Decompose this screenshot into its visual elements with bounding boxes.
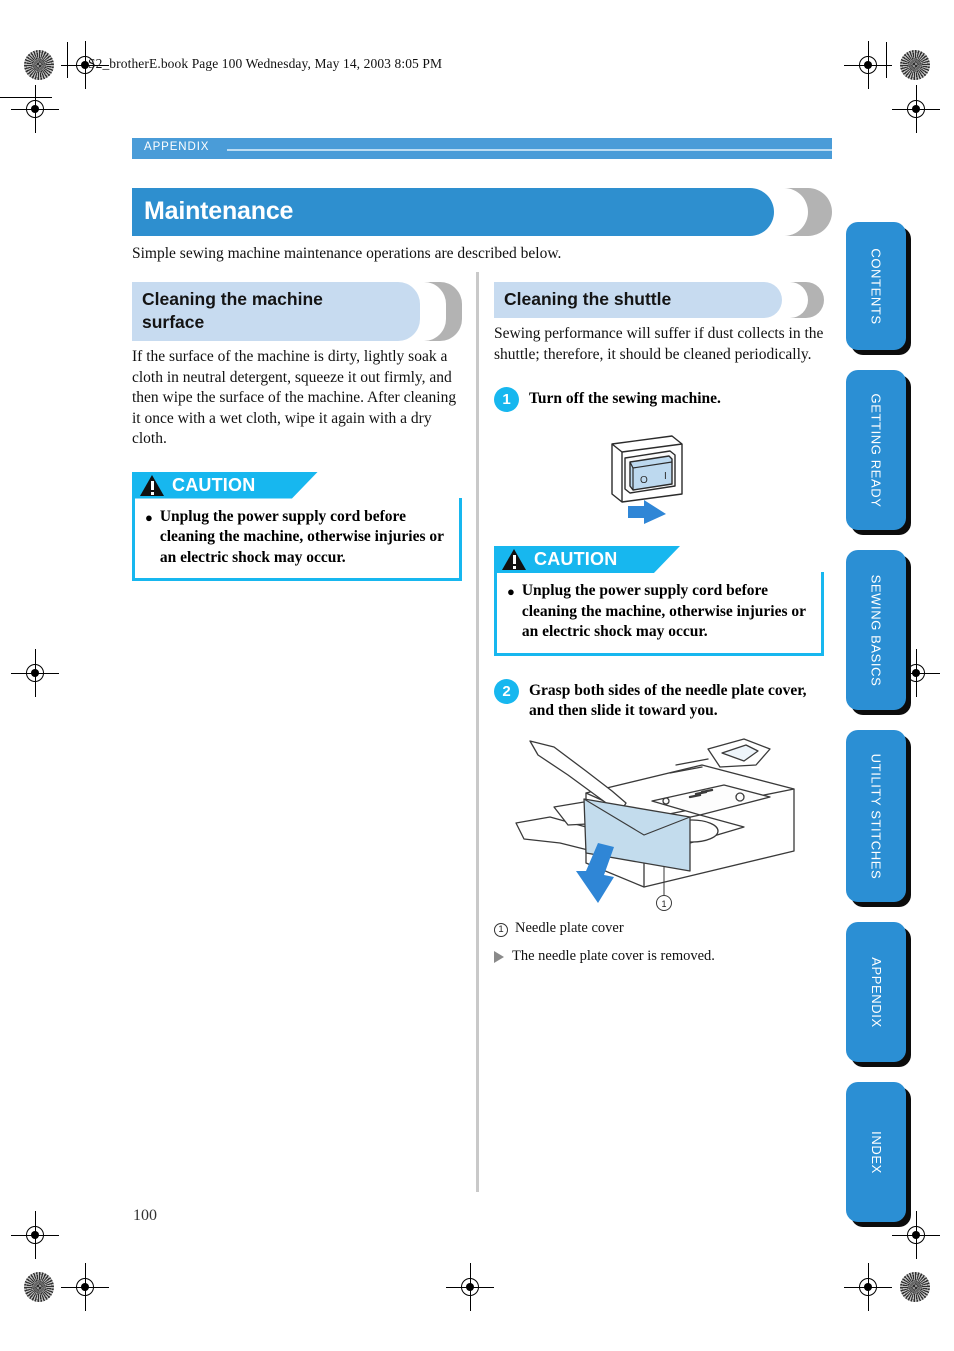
caution-text-left: Unplug the power supply cord before clea… [159, 507, 444, 566]
warning-exclamation-stem-right [512, 555, 516, 564]
power-switch-illustration: O I [611, 435, 683, 524]
sidebar-tab-utility-stitches[interactable]: UTILITY STITCHES [846, 730, 911, 907]
sidebar-tab-appendix[interactable]: APPENDIX [846, 922, 911, 1067]
registration-target-bottom-center [446, 1263, 494, 1311]
page-canvas: S2_brotherE.book Page 100 Wednesday, May… [0, 0, 954, 1351]
tab-label-appendix: APPENDIX [868, 956, 884, 1028]
caution-box-left: CAUTION ● Unplug the power supply cord b… [132, 471, 462, 583]
needle-plate-illustration: 1 [515, 737, 795, 911]
registration-target-left-lower [11, 1211, 59, 1259]
cleaning-shuttle-body: Sewing performance will suffer if dust c… [494, 325, 824, 363]
power-switch-on-mark: I [664, 471, 667, 482]
chapter-header-bar: APPENDIX [132, 138, 832, 159]
halftone-registration-mark-bottom-right [900, 1272, 930, 1302]
step-number-2: 2 [494, 678, 519, 704]
file-info-header: S2_brotherE.book Page 100 Wednesday, May… [88, 56, 443, 71]
chapter-label: APPENDIX [144, 141, 210, 153]
step-text-2: Grasp both sides of the needle plate cov… [529, 681, 807, 719]
caution-bullet-icon: ● [145, 509, 153, 525]
tab-label-sewing-basics: SEWING BASICS [868, 574, 884, 686]
warning-exclamation-stem [150, 480, 154, 490]
step-text-1: Turn off the sewing machine. [529, 390, 721, 407]
step-number-1: 1 [494, 387, 519, 412]
registration-target-bottom-left [61, 1263, 109, 1311]
crop-line-top-right-vertical [886, 42, 887, 78]
caption-text-1: Needle plate cover [515, 919, 624, 936]
column-divider [476, 272, 479, 1192]
section-title-shuttle: Cleaning the shuttle [504, 289, 672, 309]
registration-target-bottom-right [844, 1263, 892, 1311]
caption-marker-circle: 1 [494, 922, 508, 937]
figure-needle-plate-cover: 1 [494, 731, 830, 913]
caution-banner-left: CAUTION [132, 471, 318, 499]
section-title-line-1: Cleaning the machine [142, 289, 323, 309]
tab-label-index: INDEX [868, 1130, 884, 1174]
crop-line-top-left-vertical [67, 42, 68, 78]
registration-target-left-middle [11, 649, 59, 697]
right-column: Cleaning the shuttle Sewing performance … [494, 282, 830, 966]
result-triangle-icon [494, 950, 504, 963]
section-title-line-2: surface [142, 312, 205, 332]
sidebar-tab-contents[interactable]: CONTENTS [846, 222, 911, 355]
caution-body-left: ● Unplug the power supply cord before cl… [132, 497, 462, 581]
caption-text-2: The needle plate cover is removed. [512, 947, 715, 964]
slide-direction-arrow [576, 842, 614, 903]
caution-bullet-icon-right: ● [507, 584, 515, 599]
caution-box-right: CAUTION ● Unplug the power supply cord b… [494, 546, 824, 657]
sidebar-tab-index[interactable]: INDEX [846, 1082, 911, 1227]
caution-label-right: CAUTION [534, 549, 618, 569]
step-2: 2 Grasp both sides of the needle plate c… [494, 678, 830, 721]
power-switch-off-mark: O [640, 475, 648, 486]
caution-text-right: Unplug the power supply cord before clea… [521, 582, 806, 640]
caution-banner-right: CAUTION [494, 546, 680, 573]
caption-needle-plate-cover: 1 Needle plate cover [494, 919, 830, 938]
page-title-banner: Maintenance [132, 188, 832, 236]
halftone-registration-mark-top-right [900, 50, 930, 80]
tab-label-getting-ready: GETTING READY [868, 393, 884, 507]
press-direction-arrow [628, 500, 666, 524]
sidebar-tab-sewing-basics[interactable]: SEWING BASICS [846, 550, 911, 715]
callout-marker-1: 1 [661, 899, 666, 909]
sidebar-tab-getting-ready[interactable]: GETTING READY [846, 370, 911, 535]
tab-label-contents: CONTENTS [868, 247, 884, 325]
title-pill: Maintenance [132, 188, 774, 236]
intro-paragraph: Simple sewing machine maintenance operat… [132, 245, 562, 262]
caution-label-left: CAUTION [172, 474, 256, 495]
tab-label-utility-stitches: UTILITY STITCHES [868, 753, 884, 879]
registration-target-top-right [844, 41, 892, 89]
left-column: Cleaning the machine surface If the surf… [132, 282, 462, 582]
warning-exclamation-dot [150, 491, 154, 495]
section-header-cleaning-shuttle: Cleaning the shuttle [494, 282, 824, 318]
side-index-tabs: CONTENTS GETTING READY SEWING BASICS UTI… [846, 222, 911, 1242]
warning-exclamation-dot-right [512, 566, 516, 569]
chapter-rule [227, 149, 832, 151]
halftone-registration-mark-top-left [24, 50, 54, 80]
caption-result-removed: The needle plate cover is removed. [494, 947, 830, 966]
page-number: 100 [133, 1207, 157, 1224]
halftone-registration-mark-bottom-left [24, 1272, 54, 1302]
figure-power-switch: O I [494, 422, 830, 530]
section-header-cleaning-machine-surface: Cleaning the machine surface [132, 282, 462, 341]
step-1: 1 Turn off the sewing machine. [494, 387, 830, 412]
page-title: Maintenance [144, 197, 294, 225]
registration-target-left-upper [11, 85, 59, 133]
cleaning-surface-body: If the surface of the machine is dirty, … [132, 348, 457, 447]
registration-target-right-upper [892, 85, 940, 133]
caution-body-right: ● Unplug the power supply cord before cl… [494, 572, 824, 656]
